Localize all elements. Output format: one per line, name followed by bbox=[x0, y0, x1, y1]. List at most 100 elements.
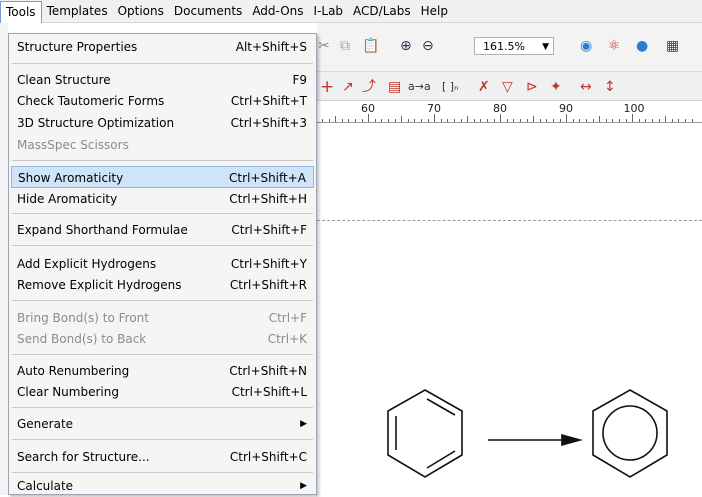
filter-icon[interactable]: ▽ bbox=[502, 78, 513, 96]
menu-item-massspec-scissors[interactable]: MassSpec Scissors bbox=[11, 134, 314, 156]
cut-icon[interactable]: ✂ bbox=[318, 37, 330, 55]
ruler-tick bbox=[513, 119, 515, 122]
ruler-tick bbox=[388, 119, 389, 122]
ruler-tick bbox=[559, 119, 561, 122]
tools-dropdown-menu: Structure Properties Alt+Shift+S Clean S… bbox=[8, 33, 317, 495]
paste-icon[interactable]: 📋 bbox=[362, 37, 379, 55]
benzene-double-bond bbox=[426, 398, 456, 416]
ruler-tick bbox=[394, 119, 396, 122]
ruler-tick bbox=[473, 119, 475, 122]
page-boundary-line bbox=[317, 220, 702, 221]
chart-icon[interactable]: ▦ bbox=[666, 37, 679, 55]
ruler-tick bbox=[520, 119, 521, 122]
benzene-double-bond bbox=[426, 450, 456, 469]
ruler-tick bbox=[619, 119, 620, 122]
flip-icon[interactable]: ⊳ bbox=[526, 78, 538, 96]
benzene-ring bbox=[387, 389, 463, 478]
chevron-right-icon: ▶ bbox=[300, 481, 307, 491]
copy-icon[interactable]: ⧉ bbox=[340, 37, 350, 55]
plus-icon[interactable]: + bbox=[320, 78, 334, 96]
ruler-label: 80 bbox=[493, 102, 507, 115]
3d-view-icon[interactable]: ● bbox=[636, 37, 648, 55]
menu-help[interactable]: Help bbox=[416, 1, 453, 21]
table-icon[interactable]: ▤ bbox=[388, 78, 401, 96]
ruler-tick bbox=[440, 119, 442, 122]
menu-acd-labs[interactable]: ACD/Labs bbox=[348, 1, 416, 21]
arrow-tool-icon[interactable]: ↗ bbox=[342, 78, 354, 96]
reaction-drawing[interactable] bbox=[380, 385, 690, 495]
menu-tools[interactable]: Tools bbox=[0, 0, 42, 23]
menu-item-3d-optimization[interactable]: 3D Structure Optimization Ctrl+Shift+3 bbox=[11, 112, 314, 134]
menu-item-calculate[interactable]: Calculate ▶ bbox=[11, 475, 314, 497]
ruler-tick bbox=[421, 119, 422, 122]
menu-item-bring-bonds-front[interactable]: Bring Bond(s) to Front Ctrl+F bbox=[11, 307, 314, 329]
menu-item-add-hydrogens[interactable]: Add Explicit Hydrogens Ctrl+Shift+Y bbox=[11, 253, 314, 275]
ruler: 60 70 80 90 100 bbox=[317, 101, 702, 123]
ruler-tick bbox=[322, 119, 323, 122]
ruler-tick bbox=[638, 119, 640, 122]
menu-separator bbox=[12, 407, 313, 408]
menu-separator bbox=[12, 354, 313, 355]
ruler-label: 60 bbox=[361, 102, 375, 115]
ruler-tick bbox=[355, 119, 356, 122]
chevron-right-icon: ▶ bbox=[300, 419, 307, 429]
menu-separator bbox=[12, 213, 313, 214]
rotate-vertical-icon[interactable]: ↕ bbox=[604, 78, 616, 96]
menu-item-expand-shorthand[interactable]: Expand Shorthand Formulae Ctrl+Shift+F bbox=[11, 219, 314, 241]
ruler-tick bbox=[658, 119, 660, 122]
ruler-tick bbox=[381, 119, 383, 122]
map-atoms-icon[interactable]: a→a bbox=[408, 78, 431, 96]
menu-separator bbox=[12, 245, 313, 246]
menu-item-clean-structure[interactable]: Clean Structure F9 bbox=[11, 69, 314, 91]
aromatic-circle bbox=[602, 405, 658, 461]
ruler-tick bbox=[506, 119, 508, 122]
menu-options[interactable]: Options bbox=[113, 1, 169, 21]
ruler-tick bbox=[599, 116, 601, 122]
bracket-icon[interactable]: [ ]ₙ bbox=[442, 78, 458, 96]
reaction-arrow-icon[interactable]: ⤴ bbox=[362, 78, 376, 96]
ruler-tick bbox=[407, 119, 409, 122]
ruler-tick bbox=[427, 119, 429, 122]
ruler-tick bbox=[605, 119, 607, 122]
ruler-tick bbox=[447, 119, 449, 122]
menu-item-send-bonds-back[interactable]: Send Bond(s) to Back Ctrl+K bbox=[11, 328, 314, 350]
split-icon[interactable]: ✦ bbox=[550, 78, 562, 96]
ruler-tick bbox=[671, 119, 673, 122]
ruler-tick bbox=[414, 119, 416, 122]
menu-templates[interactable]: Templates bbox=[42, 1, 113, 21]
ruler-label: 70 bbox=[427, 102, 441, 115]
ruler-tick bbox=[572, 119, 574, 122]
eraser-icon[interactable]: ✗ bbox=[478, 78, 490, 96]
menu-item-clear-numbering[interactable]: Clear Numbering Ctrl+Shift+L bbox=[11, 381, 314, 403]
menu-item-hide-aromaticity[interactable]: Hide Aromaticity Ctrl+Shift+H bbox=[11, 188, 314, 210]
ruler-tick bbox=[368, 114, 370, 122]
ruler-tick bbox=[592, 119, 594, 122]
zoom-out-icon[interactable]: ⊖ bbox=[422, 37, 434, 55]
ruler-tick bbox=[348, 119, 350, 122]
zoom-select[interactable]: 161.5% ▼ bbox=[474, 37, 554, 55]
atom-icon[interactable]: ◉ bbox=[580, 37, 592, 55]
rotate-horizontal-icon[interactable]: ↔ bbox=[580, 78, 592, 96]
menu-bar: Tools Templates Options Documents Add-On… bbox=[0, 0, 702, 23]
menu-item-structure-properties[interactable]: Structure Properties Alt+Shift+S bbox=[11, 36, 314, 58]
menu-documents[interactable]: Documents bbox=[169, 1, 247, 21]
ruler-tick bbox=[665, 116, 667, 122]
ruler-tick bbox=[645, 119, 647, 122]
menu-item-show-aromaticity[interactable]: Show Aromaticity Ctrl+Shift+A bbox=[11, 166, 314, 188]
menu-i-lab[interactable]: I-Lab bbox=[309, 1, 349, 21]
ruler-tick bbox=[632, 114, 634, 122]
zoom-value: 161.5% bbox=[483, 40, 525, 53]
menu-item-search-structure[interactable]: Search for Structure... Ctrl+Shift+C bbox=[11, 446, 314, 468]
zoom-in-icon[interactable]: ⊕ bbox=[400, 37, 412, 55]
menu-item-generate[interactable]: Generate ▶ bbox=[11, 413, 314, 435]
ruler-tick bbox=[341, 119, 343, 122]
ruler-tick bbox=[539, 119, 541, 122]
chevron-down-icon: ▼ bbox=[542, 42, 549, 52]
molecule-view-icon[interactable]: ⚛ bbox=[608, 37, 621, 55]
menu-add-ons[interactable]: Add-Ons bbox=[247, 1, 308, 21]
menu-separator bbox=[12, 63, 313, 64]
ruler-tick bbox=[625, 119, 627, 122]
menu-item-remove-hydrogens[interactable]: Remove Explicit Hydrogens Ctrl+Shift+R bbox=[11, 274, 314, 296]
menu-item-auto-renumbering[interactable]: Auto Renumbering Ctrl+Shift+N bbox=[11, 360, 314, 382]
menu-item-check-tautomeric-forms[interactable]: Check Tautomeric Forms Ctrl+Shift+T bbox=[11, 90, 314, 112]
